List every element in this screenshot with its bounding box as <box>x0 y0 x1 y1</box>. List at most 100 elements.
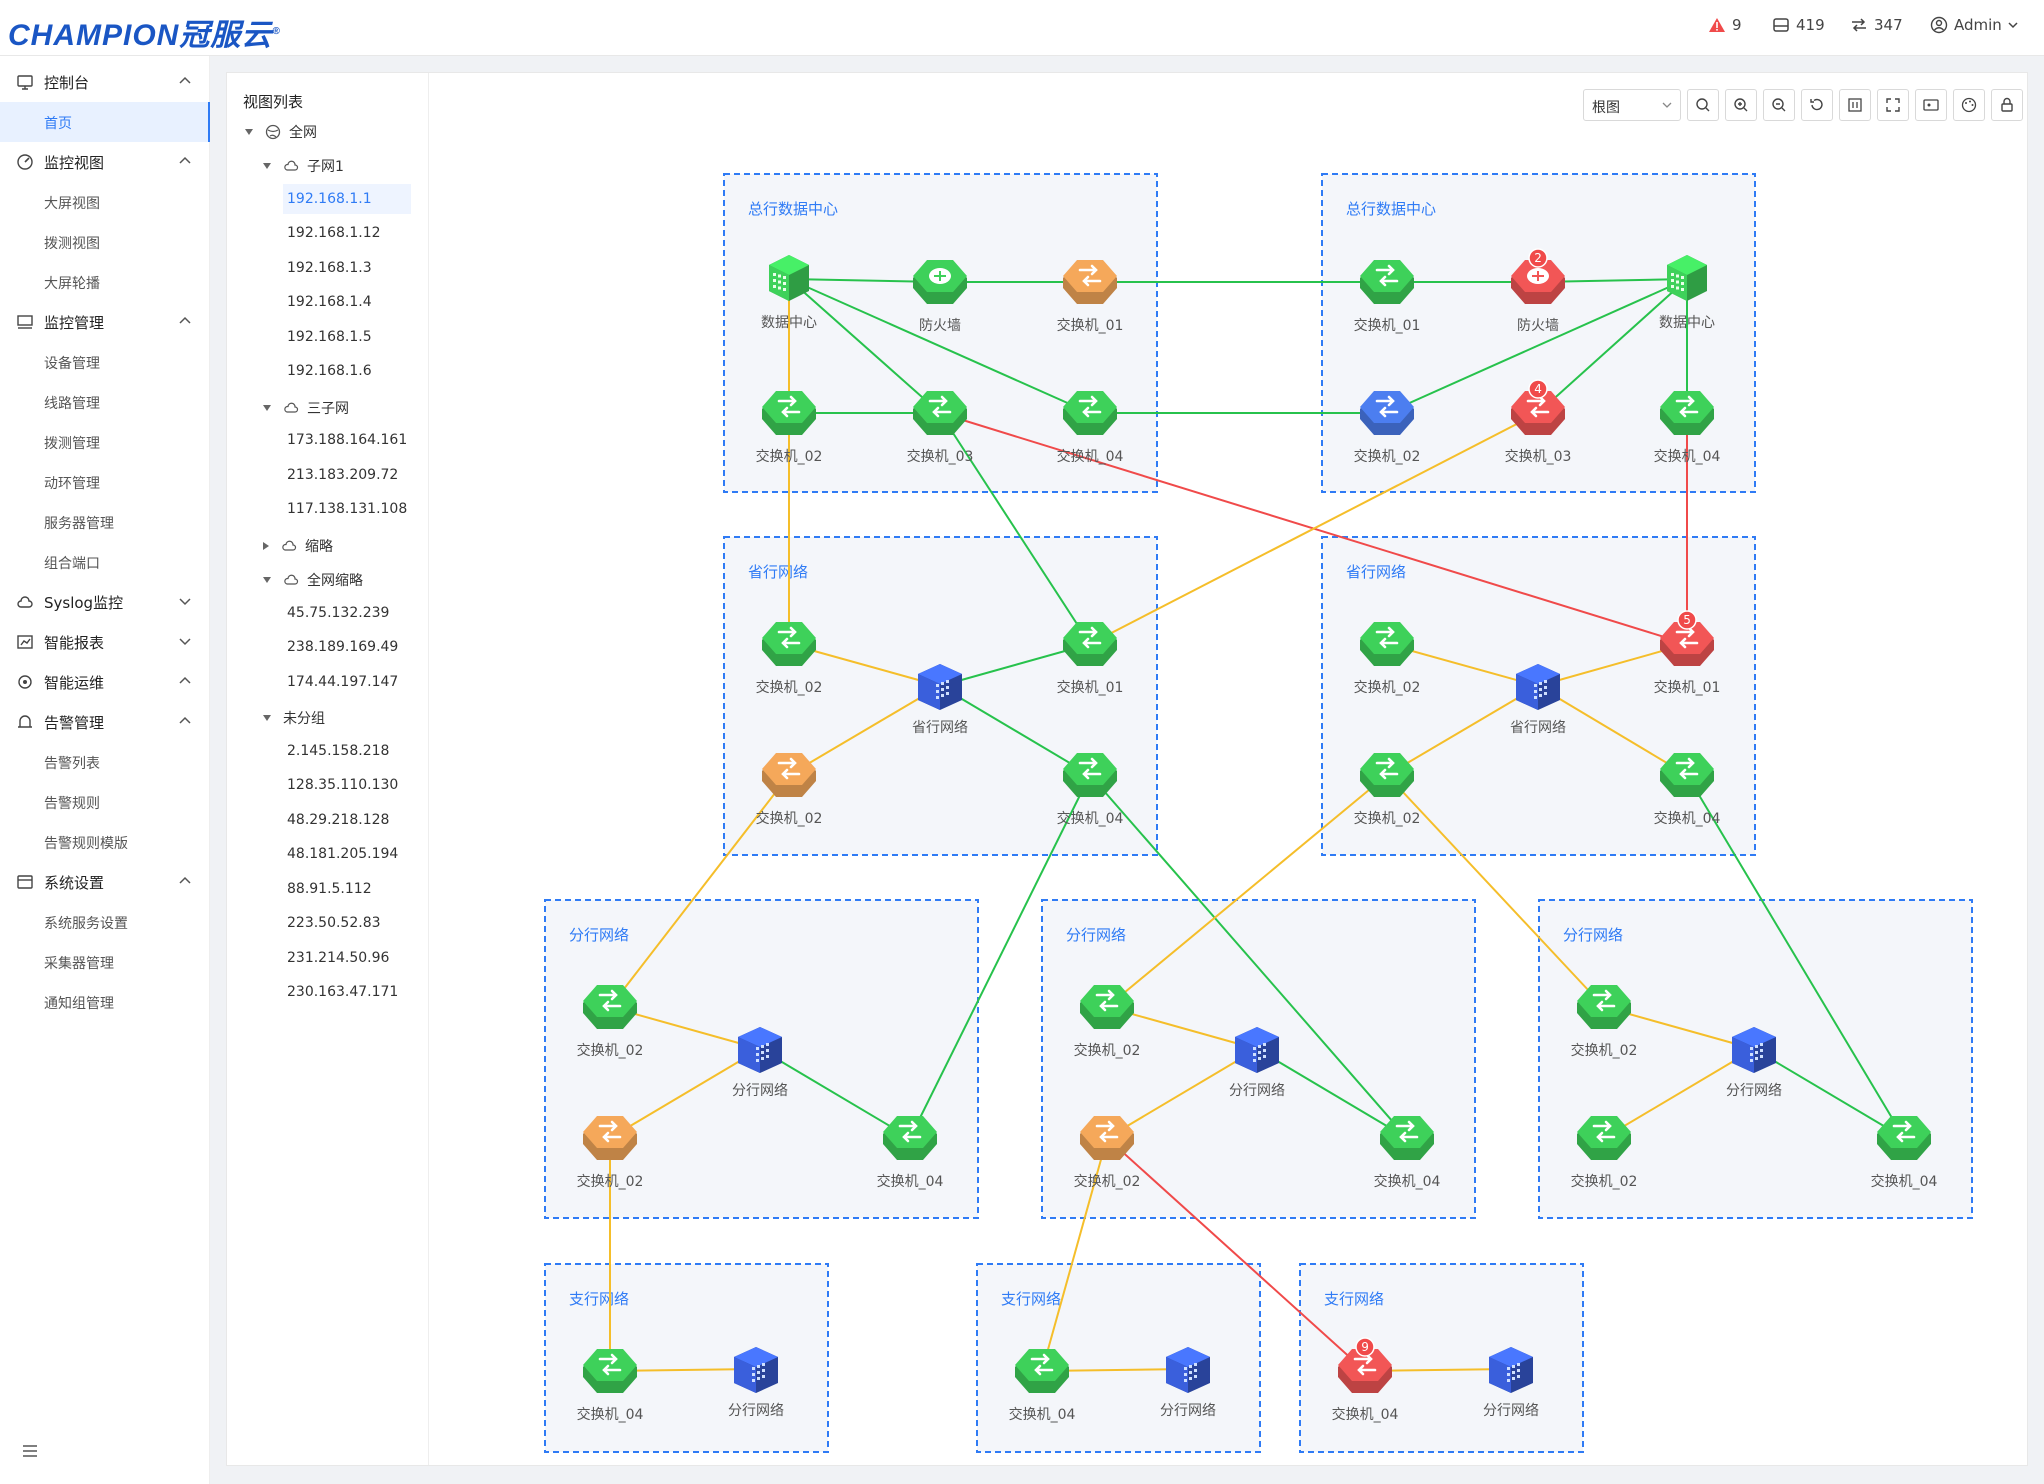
topology-node[interactable]: 分行网络 <box>1229 1027 1285 1099</box>
dashboard-icon <box>17 154 33 170</box>
menu-group-3[interactable]: Syslog监控 <box>0 582 210 622</box>
link-count-value: 347 <box>1874 16 1903 34</box>
menu-item-label: 大屏轮播 <box>44 276 100 292</box>
node-label: 分行网络 <box>1726 1083 1782 1099</box>
sidebar: 控制台首页监控视图大屏视图拨测视图大屏轮播监控管理设备管理线路管理拨测管理动环管… <box>0 56 210 1484</box>
menu-item-2-3[interactable]: 动环管理 <box>0 462 210 502</box>
node-label: 交换机_03 <box>907 448 974 465</box>
menu-item-label: 服务器管理 <box>44 516 114 532</box>
menu-item-2-2[interactable]: 拨测管理 <box>0 422 210 462</box>
chevron-up-icon <box>179 156 191 164</box>
menu-item-label: 采集器管理 <box>44 956 114 972</box>
menu-item-label: 通知组管理 <box>44 996 114 1012</box>
menu-group-0[interactable]: 控制台 <box>0 62 210 102</box>
topology-group[interactable]: 支行网络 <box>544 1263 829 1453</box>
menu-item-label: 首页 <box>44 116 72 132</box>
topology-canvas[interactable]: 总行数据中心 总行数据中心省行网络 省行网络分行网络 分行网络 分行网络支行网络 支行网络… <box>227 73 2027 1465</box>
ops-icon <box>18 675 32 689</box>
menu-item-7-2[interactable]: 通知组管理 <box>0 982 210 1022</box>
menu-item-7-1[interactable]: 采集器管理 <box>0 942 210 982</box>
group-title: 省行网络 <box>1346 563 1406 581</box>
menu-item-2-0[interactable]: 设备管理 <box>0 342 210 382</box>
node-label: 交换机_02 <box>1571 1042 1638 1059</box>
user-menu[interactable]: Admin <box>1930 16 2018 34</box>
group-title: 支行网络 <box>1324 1290 1384 1308</box>
node-label: 交换机_04 <box>1057 448 1124 465</box>
topology-node[interactable]: 分行网络 <box>1726 1027 1782 1099</box>
node-label: 交换机_04 <box>1654 810 1721 827</box>
node-label: 交换机_02 <box>756 679 823 696</box>
menu-group-label: 系统设置 <box>44 874 105 892</box>
menu-group-2[interactable]: 监控管理 <box>0 302 210 342</box>
node-label: 交换机_02 <box>577 1173 644 1190</box>
node-label: 分行网络 <box>1229 1083 1285 1099</box>
node-label: 交换机_04 <box>1871 1173 1938 1190</box>
menu-item-2-4[interactable]: 服务器管理 <box>0 502 210 542</box>
app-logo[interactable]: CHAMPION冠服云® <box>8 10 281 54</box>
menu-group-5[interactable]: 智能运维 <box>0 662 210 702</box>
topology-node[interactable]: 省行网络 <box>912 664 968 736</box>
node-label: 省行网络 <box>1510 720 1566 736</box>
node-label: 交换机_04 <box>1374 1173 1441 1190</box>
menu-group-label: 监控管理 <box>44 314 105 332</box>
topology-group[interactable]: 支行网络 <box>976 1263 1261 1453</box>
menu-item-1-1[interactable]: 拨测视图 <box>0 222 210 262</box>
menu-group-1[interactable]: 监控视图 <box>0 142 210 182</box>
menu-icon[interactable] <box>22 1442 38 1463</box>
menu-group-6[interactable]: 告警管理 <box>0 702 210 742</box>
chevron-up-icon <box>179 676 191 684</box>
hamburger-icon <box>23 1445 37 1457</box>
monitor-icon <box>17 75 33 90</box>
topology-node[interactable]: 分行网络 <box>1483 1347 1539 1419</box>
menu-item-6-2[interactable]: 告警规则模版 <box>0 822 210 862</box>
menu-group-7[interactable]: 系统设置 <box>0 862 210 902</box>
menu-item-0-0[interactable]: 首页 <box>0 102 210 142</box>
alarm-badge-count: 9 <box>1361 1340 1369 1354</box>
device-monitor-icon <box>17 315 33 329</box>
menu-item-label: 大屏视图 <box>44 196 100 212</box>
node-label: 交换机_02 <box>1354 810 1421 827</box>
topology-node[interactable]: 分行网络 <box>732 1027 788 1099</box>
menu-item-6-1[interactable]: 告警规则 <box>0 782 210 822</box>
alarm-badge: 2 <box>1528 248 1548 268</box>
topology-node[interactable]: 分行网络 <box>728 1347 784 1419</box>
menu-group-label: 智能报表 <box>44 634 105 652</box>
group-title: 分行网络 <box>1066 926 1126 944</box>
user-name: Admin <box>1954 16 2002 34</box>
link-count[interactable]: 347 <box>1850 16 1903 34</box>
node-label: 交换机_01 <box>1354 317 1421 334</box>
node-label: 交换机_02 <box>756 810 823 827</box>
alarm-badge: 9 <box>1355 1337 1375 1357</box>
node-label: 交换机_04 <box>1057 810 1124 827</box>
node-label: 交换机_02 <box>1354 448 1421 465</box>
menu-item-1-2[interactable]: 大屏轮播 <box>0 262 210 302</box>
menu-group-label: 监控视图 <box>44 154 105 172</box>
node-label: 数据中心 <box>1659 315 1715 331</box>
menu-item-1-0[interactable]: 大屏视图 <box>0 182 210 222</box>
settings-icon <box>17 875 33 889</box>
top-header: CHAMPION冠服云® 9 419 347 Admin <box>0 0 2044 56</box>
menu-item-label: 线路管理 <box>44 396 100 412</box>
menu-item-2-5[interactable]: 组合端口 <box>0 542 210 582</box>
menu-item-2-1[interactable]: 线路管理 <box>0 382 210 422</box>
menu-item-label: 动环管理 <box>44 476 100 492</box>
node-label: 分行网络 <box>1483 1403 1539 1419</box>
node-label: 防火墙 <box>1517 318 1559 334</box>
node-label: 交换机_01 <box>1057 679 1124 696</box>
topology-node[interactable]: 分行网络 <box>1160 1347 1216 1419</box>
alert-count[interactable]: 9 <box>1708 16 1742 34</box>
chevron-up-icon <box>179 876 191 884</box>
topology-node[interactable]: 省行网络 <box>1510 664 1566 736</box>
menu-item-6-0[interactable]: 告警列表 <box>0 742 210 782</box>
node-label: 交换机_02 <box>1074 1042 1141 1059</box>
topology-node[interactable]: 防火墙 <box>913 260 967 334</box>
user-icon <box>1930 16 1948 34</box>
node-label: 交换机_02 <box>1571 1173 1638 1190</box>
menu-item-7-0[interactable]: 系统服务设置 <box>0 902 210 942</box>
menu-group-4[interactable]: 智能报表 <box>0 622 210 662</box>
device-count[interactable]: 419 <box>1772 16 1825 34</box>
menu-item-label: 告警规则模版 <box>44 836 128 852</box>
chevron-down-icon <box>2008 22 2018 29</box>
topology-group[interactable]: 支行网络 <box>1299 1263 1584 1453</box>
node-label: 分行网络 <box>1160 1403 1216 1419</box>
